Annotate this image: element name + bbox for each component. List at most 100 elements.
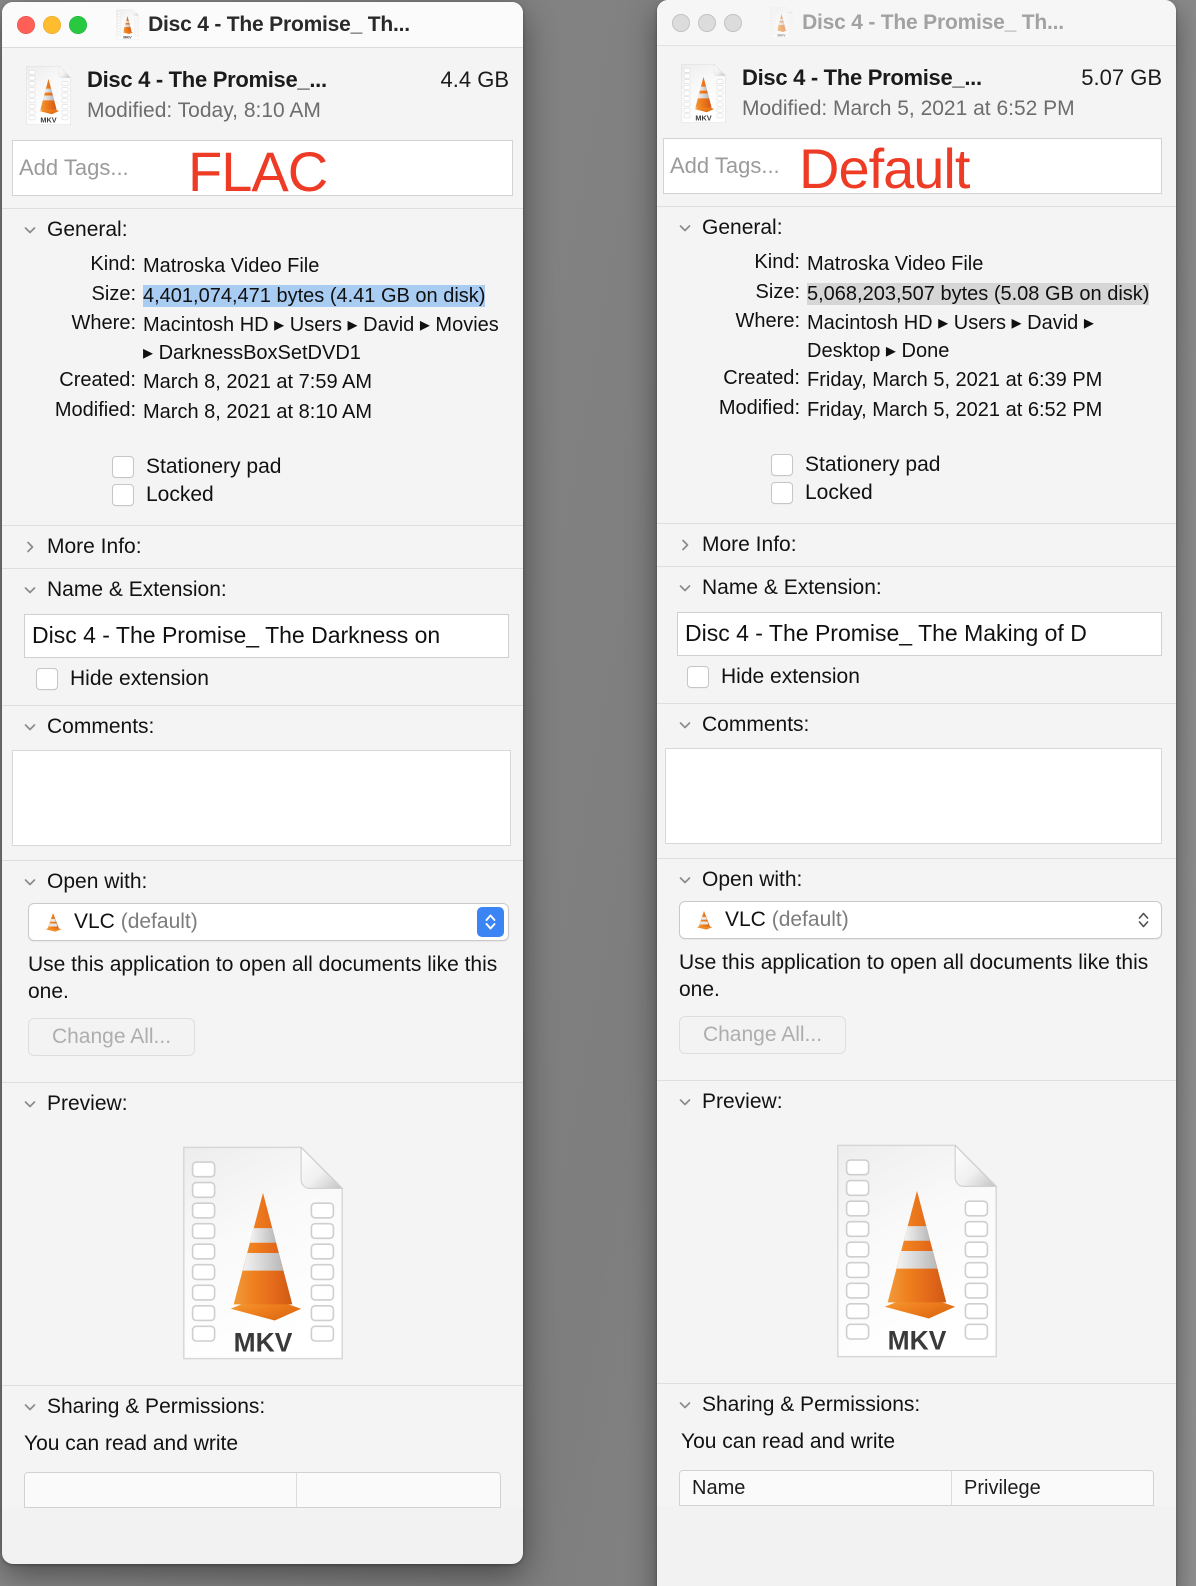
permissions-summary: You can read and write bbox=[2, 1428, 523, 1472]
section-general-title: General: bbox=[702, 216, 783, 240]
field-modified: Modified: Friday, March 5, 2021 at 6:52 … bbox=[671, 397, 1158, 425]
chevron-right-icon[interactable] bbox=[677, 537, 693, 553]
chevron-down-icon[interactable] bbox=[677, 1094, 693, 1110]
field-value: March 8, 2021 at 8:10 AM bbox=[143, 399, 372, 427]
maximize-button[interactable] bbox=[724, 14, 742, 32]
open-with-dropdown[interactable]: VLC (default) bbox=[679, 901, 1162, 939]
filename-input[interactable]: Disc 4 - The Promise_ The Darkness on bbox=[24, 614, 509, 658]
close-button[interactable] bbox=[17, 16, 35, 34]
section-more-info-title: More Info: bbox=[47, 535, 142, 559]
hide-extension-checkbox[interactable] bbox=[36, 668, 58, 690]
field-value[interactable]: 5,068,203,507 bytes (5.08 GB on disk) bbox=[807, 281, 1149, 309]
minimize-button[interactable] bbox=[698, 14, 716, 32]
chevron-down-icon[interactable] bbox=[677, 1397, 693, 1413]
field-value: Macintosh HD ▸ Users ▸ David ▸ Movies ▸ … bbox=[143, 312, 505, 367]
tags-placeholder: Add Tags... bbox=[670, 153, 780, 179]
section-comments-title: Comments: bbox=[47, 715, 154, 739]
chevron-down-icon[interactable] bbox=[677, 580, 693, 596]
chevron-down-icon[interactable] bbox=[22, 582, 38, 598]
field-value: March 8, 2021 at 7:59 AM bbox=[143, 369, 372, 397]
field-where: Where: Macintosh HD ▸ Users ▸ David ▸ De… bbox=[671, 310, 1158, 365]
window-title: Disc 4 - The Promise_ Th... bbox=[802, 11, 1064, 35]
chevron-down-icon[interactable] bbox=[677, 220, 693, 236]
section-sharing-header[interactable]: Sharing & Permissions: bbox=[657, 1384, 1176, 1426]
hide-extension-label: Hide extension bbox=[721, 665, 860, 689]
hide-extension-row[interactable]: Hide extension bbox=[2, 667, 523, 705]
section-general-header[interactable]: General: bbox=[2, 209, 523, 251]
window-controls[interactable] bbox=[17, 16, 87, 34]
section-preview-header[interactable]: Preview: bbox=[657, 1081, 1176, 1123]
section-name-extension-header[interactable]: Name & Extension: bbox=[2, 569, 523, 611]
section-name-extension-header[interactable]: Name & Extension: bbox=[657, 567, 1176, 609]
chevron-updown-icon[interactable] bbox=[1130, 905, 1157, 935]
locked-row[interactable]: Locked bbox=[657, 481, 1176, 505]
permissions-table[interactable] bbox=[24, 1472, 501, 1508]
section-comments-header[interactable]: Comments: bbox=[657, 704, 1176, 746]
chevron-down-icon[interactable] bbox=[22, 719, 38, 735]
section-comments: Comments: bbox=[2, 705, 523, 860]
titlebar[interactable]: Disc 4 - The Promise_ Th... bbox=[2, 2, 523, 48]
hide-extension-checkbox[interactable] bbox=[687, 666, 709, 688]
field-value[interactable]: 4,401,074,471 bytes (4.41 GB on disk) bbox=[143, 283, 485, 311]
hide-extension-row[interactable]: Hide extension bbox=[657, 665, 1176, 703]
stationery-pad-checkbox[interactable] bbox=[771, 454, 793, 476]
section-preview-header[interactable]: Preview: bbox=[2, 1083, 523, 1125]
filename-input[interactable]: Disc 4 - The Promise_ The Making of D bbox=[677, 612, 1162, 656]
tags-input[interactable]: Add Tags... bbox=[663, 138, 1162, 194]
window-controls[interactable] bbox=[672, 14, 742, 32]
stationery-pad-row[interactable]: Stationery pad bbox=[657, 453, 1176, 477]
column-header-privilege bbox=[297, 1473, 500, 1507]
locked-checkbox[interactable] bbox=[112, 484, 134, 506]
section-open-with-header[interactable]: Open with: bbox=[657, 859, 1176, 901]
change-all-button[interactable]: Change All... bbox=[28, 1018, 195, 1056]
section-more-info-header[interactable]: More Info: bbox=[2, 526, 523, 568]
field-label: Kind: bbox=[671, 251, 807, 279]
field-label: Where: bbox=[16, 312, 143, 367]
chevron-right-icon[interactable] bbox=[22, 539, 38, 555]
size-value-selected: 5,068,203,507 bytes (5.08 GB on disk) bbox=[807, 283, 1149, 305]
stationery-pad-label: Stationery pad bbox=[146, 455, 281, 479]
section-open-with: Open with: VLC (default) Use this applic… bbox=[2, 860, 523, 1083]
section-sharing: Sharing & Permissions: You can read and … bbox=[657, 1383, 1176, 1506]
chevron-down-icon[interactable] bbox=[22, 1096, 38, 1112]
chevron-down-icon[interactable] bbox=[677, 717, 693, 733]
field-size: Size: 4,401,074,471 bytes (4.41 GB on di… bbox=[16, 283, 505, 311]
locked-row[interactable]: Locked bbox=[2, 483, 523, 507]
locked-checkbox[interactable] bbox=[771, 482, 793, 504]
section-sharing-title: Sharing & Permissions: bbox=[702, 1393, 920, 1417]
chevron-down-icon[interactable] bbox=[677, 872, 693, 888]
file-modified: Modified: March 5, 2021 at 6:52 PM bbox=[742, 97, 1162, 121]
chevron-updown-icon[interactable] bbox=[477, 907, 504, 937]
change-all-button[interactable]: Change All... bbox=[679, 1016, 846, 1054]
column-header-name bbox=[25, 1473, 297, 1507]
field-size: Size: 5,068,203,507 bytes (5.08 GB on di… bbox=[671, 281, 1158, 309]
chevron-down-icon[interactable] bbox=[22, 874, 38, 890]
chevron-down-icon[interactable] bbox=[22, 1399, 38, 1415]
size-value-selected: 4,401,074,471 bytes (4.41 GB on disk) bbox=[143, 285, 485, 307]
permissions-summary: You can read and write bbox=[657, 1426, 1176, 1470]
open-with-dropdown[interactable]: VLC (default) bbox=[28, 903, 509, 941]
open-with-note: Use this application to open all documen… bbox=[679, 949, 1162, 1005]
section-sharing-header[interactable]: Sharing & Permissions: bbox=[2, 1386, 523, 1428]
stationery-pad-row[interactable]: Stationery pad bbox=[2, 455, 523, 479]
maximize-button[interactable] bbox=[69, 16, 87, 34]
comments-textarea[interactable] bbox=[665, 748, 1162, 844]
mkv-preview-icon bbox=[829, 1141, 1005, 1361]
chevron-down-icon[interactable] bbox=[22, 222, 38, 238]
comments-textarea[interactable] bbox=[12, 750, 511, 846]
minimize-button[interactable] bbox=[43, 16, 61, 34]
mkv-document-icon bbox=[769, 7, 794, 38]
section-preview: Preview: bbox=[657, 1080, 1176, 1383]
titlebar[interactable]: Disc 4 - The Promise_ Th... bbox=[657, 0, 1176, 46]
tags-input[interactable]: Add Tags... bbox=[12, 140, 513, 196]
open-with-app-name: VLC bbox=[725, 908, 766, 931]
stationery-pad-checkbox[interactable] bbox=[112, 456, 134, 478]
permissions-table[interactable]: Name Privilege bbox=[679, 1470, 1154, 1506]
section-general-header[interactable]: General: bbox=[657, 207, 1176, 249]
file-info-window-default[interactable]: Disc 4 - The Promise_ Th... Disc 4 - The… bbox=[657, 0, 1176, 1586]
section-more-info-header[interactable]: More Info: bbox=[657, 524, 1176, 566]
file-info-window-flac[interactable]: Disc 4 - The Promise_ Th... Disc 4 - The… bbox=[2, 2, 523, 1564]
section-comments-header[interactable]: Comments: bbox=[2, 706, 523, 748]
close-button[interactable] bbox=[672, 14, 690, 32]
section-open-with-header[interactable]: Open with: bbox=[2, 861, 523, 903]
